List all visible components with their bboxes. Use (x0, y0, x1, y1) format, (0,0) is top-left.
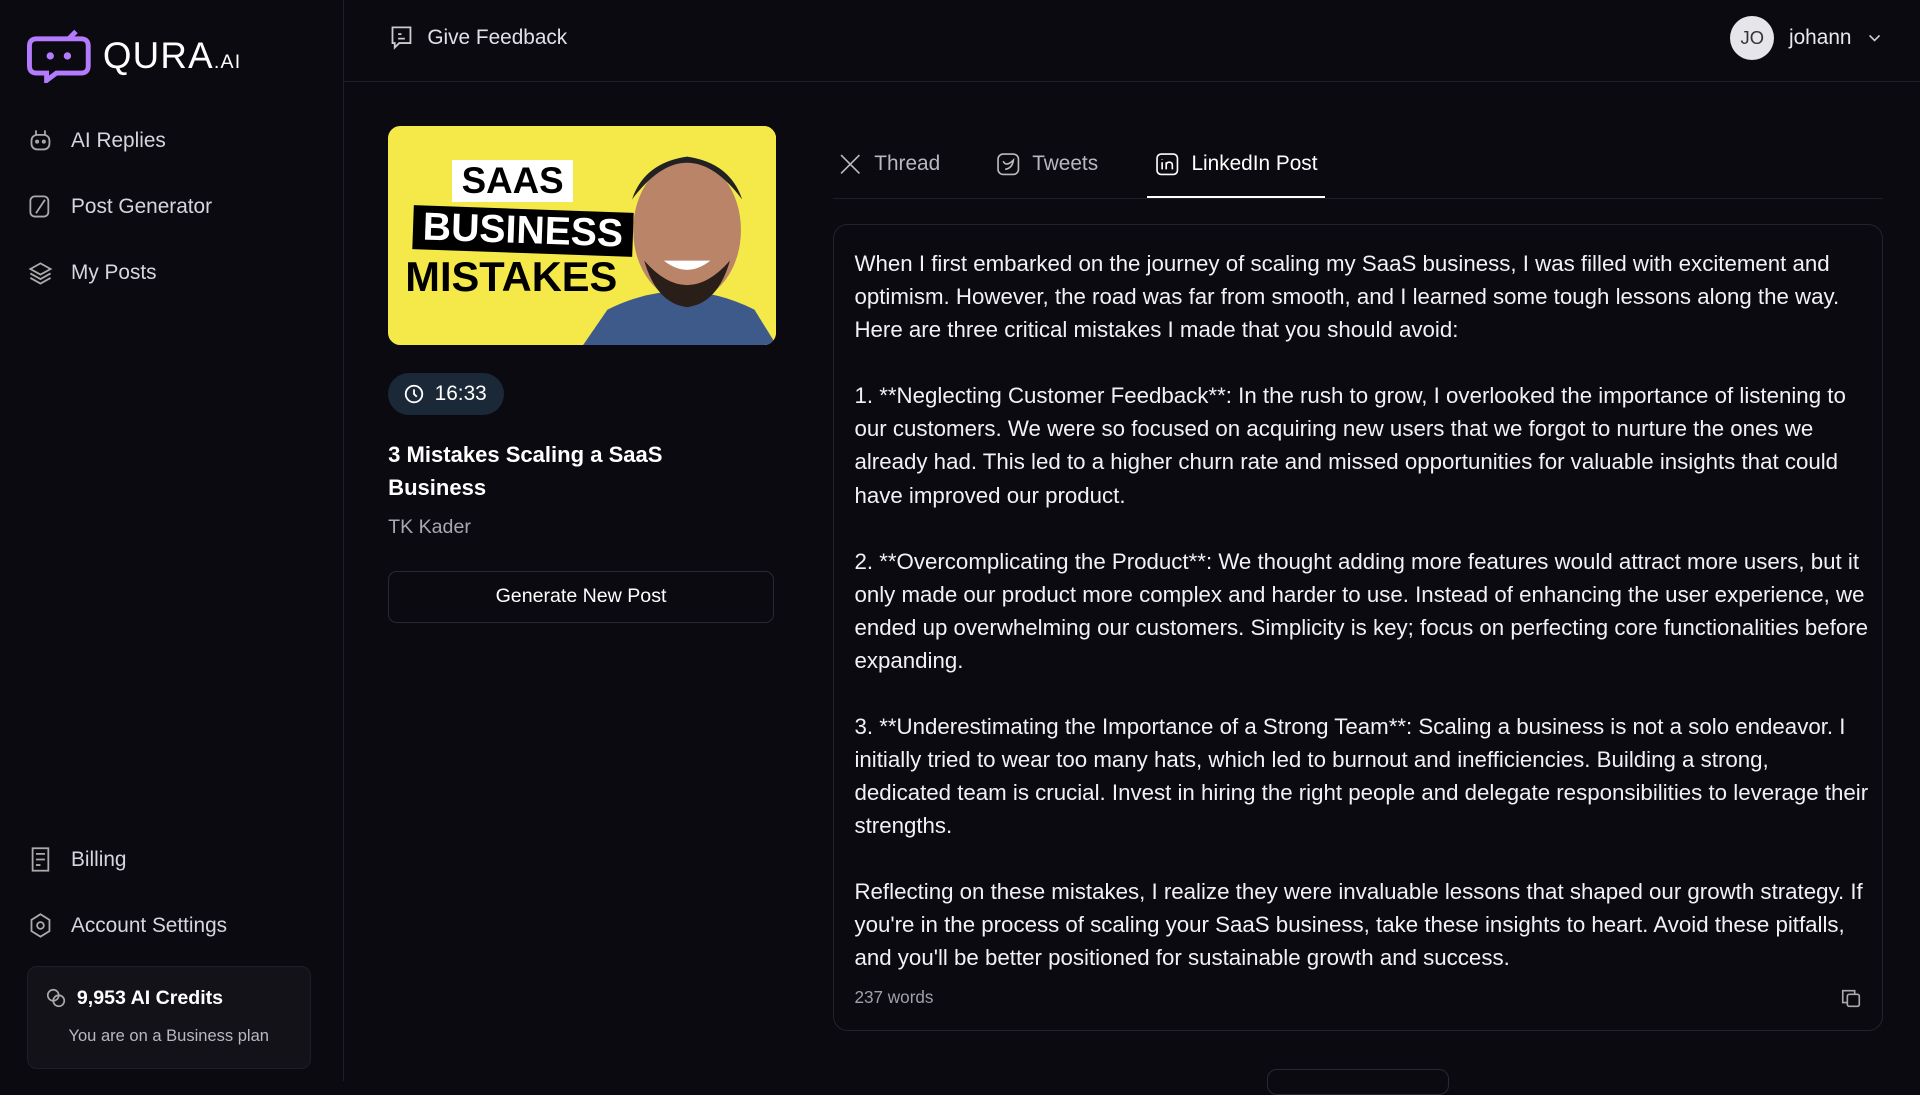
linkedin-icon (1155, 153, 1178, 176)
sidebar-item-my-posts[interactable]: My Posts (27, 260, 157, 287)
video-thumbnail[interactable]: SAAS BUSINESS MISTAKES (388, 126, 777, 346)
feather-icon (29, 195, 50, 218)
user-menu[interactable]: JO johann (1730, 15, 1883, 60)
copy-icon[interactable] (1840, 987, 1862, 1009)
post-paragraph: Reflecting on these mistakes, I realize … (854, 879, 1863, 971)
duration-badge: 16:33 (388, 373, 504, 416)
thumbnail-text: MISTAKES (405, 253, 618, 301)
message-icon (391, 26, 412, 51)
coins-icon (47, 989, 66, 1008)
post-paragraph: 2. **Overcomplicating the Product**: We … (854, 548, 1869, 673)
bottom-button[interactable] (1267, 1068, 1450, 1095)
word-count: 237 words (854, 986, 934, 1007)
twitter-icon (996, 153, 1019, 176)
video-author: TK Kader (388, 515, 471, 538)
sidebar: QURA.AI AI Replies Post Generator My Pos… (0, 0, 344, 1082)
tab-label: Tweets (1032, 152, 1099, 176)
tab-tweets[interactable]: Tweets (991, 132, 1103, 196)
avatar: JO (1730, 15, 1775, 60)
sidebar-item-label: My Posts (71, 261, 157, 285)
sidebar-item-billing[interactable]: Billing (27, 846, 127, 873)
video-title: 3 Mistakes Scaling a SaaS Business (388, 442, 663, 501)
feedback-label: Give Feedback (427, 25, 568, 49)
post-tabs: Thread Tweets LinkedIn Post (832, 132, 1884, 200)
robot-icon (30, 130, 51, 151)
tab-thread[interactable]: Thread (833, 132, 945, 196)
x-logo-icon (840, 154, 860, 174)
qura-logo-icon (26, 30, 91, 84)
thumbnail-text: SAAS (451, 160, 574, 203)
gear-icon (30, 913, 51, 939)
duration: 16:33 (434, 382, 487, 406)
tab-label: Thread (874, 152, 941, 176)
credits-amount: 9,953 AI Credits (76, 986, 224, 1009)
receipt-icon (31, 847, 50, 872)
user-name: johann (1789, 25, 1852, 49)
topbar: Give Feedback JO johann (344, 0, 1920, 82)
post-paragraph: 3. **Underestimating the Importance of a… (854, 713, 1869, 839)
generate-new-post-button[interactable]: Generate New Post (388, 570, 774, 624)
linkedin-post-card: When I first embarked on the journey of … (832, 224, 1883, 1031)
sidebar-item-label: AI Replies (71, 128, 166, 152)
brand-name: QURA.AI (102, 35, 242, 77)
thumbnail-text: BUSINESS (411, 205, 634, 258)
clock-icon (404, 385, 424, 404)
post-paragraph: 1. **Neglecting Customer Feedback**: In … (854, 383, 1846, 508)
sidebar-item-label: Post Generator (71, 194, 213, 218)
give-feedback-button[interactable]: Give Feedback (388, 24, 567, 51)
sidebar-item-account-settings[interactable]: Account Settings (27, 912, 227, 939)
tab-label: LinkedIn Post (1191, 152, 1318, 176)
tab-linkedin-post[interactable]: LinkedIn Post (1147, 132, 1325, 198)
post-text[interactable]: When I first embarked on the journey of … (854, 247, 1870, 1007)
sidebar-item-ai-replies[interactable]: AI Replies (27, 127, 166, 154)
sidebar-item-post-generator[interactable]: Post Generator (27, 193, 212, 220)
layers-icon (28, 261, 53, 285)
plan-text: You are on a Business plan (68, 1025, 269, 1045)
logo[interactable]: QURA.AI (26, 29, 242, 84)
sidebar-item-label: Billing (71, 847, 127, 871)
chevron-down-icon (1869, 35, 1881, 43)
credits-card: 9,953 AI Credits You are on a Business p… (26, 966, 311, 1069)
sidebar-item-label: Account Settings (71, 913, 228, 937)
post-paragraph: When I first embarked on the journey of … (854, 251, 1840, 343)
